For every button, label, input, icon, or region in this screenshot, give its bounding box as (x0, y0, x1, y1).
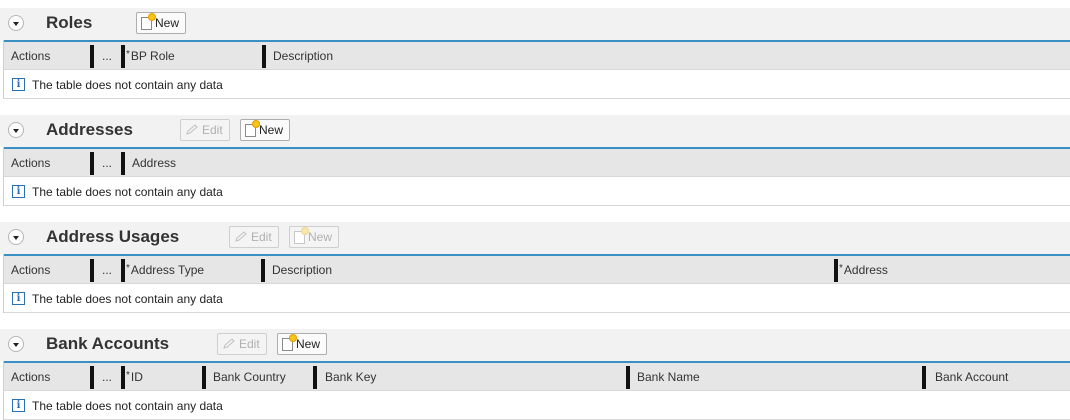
column-bank-key[interactable]: Bank Key (325, 370, 376, 384)
column-bank-name[interactable]: Bank Name (637, 370, 700, 384)
edit-button-label: Edit (239, 337, 260, 351)
address-usages-title: Address Usages (46, 227, 180, 246)
pencil-icon (186, 124, 198, 135)
addresses-table: Actions ... Address i The table does not… (3, 147, 1070, 206)
new-button-label: New (155, 16, 180, 30)
column-actions[interactable]: Actions (11, 156, 50, 170)
address-usages-new-button[interactable]: New (289, 226, 340, 248)
column-bank-country[interactable]: Bank Country (213, 370, 286, 384)
column-more[interactable]: ... (102, 263, 112, 277)
new-button-label: New (308, 230, 333, 244)
column-resize-handle[interactable] (90, 259, 94, 282)
new-document-icon (141, 13, 155, 30)
column-resize-handle[interactable] (121, 366, 125, 389)
column-id-label: ID (130, 370, 143, 384)
bank-accounts-header: Bank Accounts Edit New (0, 329, 1070, 361)
info-icon: i (12, 185, 25, 198)
address-usages-table-header: Actions ... *Address Type Description *A… (4, 254, 1070, 284)
new-document-icon (294, 227, 308, 244)
pencil-icon (235, 231, 247, 242)
column-address-type[interactable]: *Address Type (126, 263, 204, 277)
address-usages-empty-row: i The table does not contain any data (4, 284, 1070, 313)
required-marker: * (126, 49, 130, 60)
pencil-icon (223, 338, 235, 349)
column-resize-handle[interactable] (262, 45, 266, 68)
column-resize-handle[interactable] (834, 259, 838, 282)
empty-table-message: The table does not contain any data (32, 185, 223, 199)
column-resize-handle[interactable] (626, 366, 630, 389)
addresses-table-header: Actions ... Address (4, 147, 1070, 177)
bank-accounts-edit-button[interactable]: Edit (217, 333, 267, 355)
collapse-icon[interactable] (8, 122, 24, 138)
required-marker: * (839, 263, 843, 274)
column-resize-handle[interactable] (922, 366, 926, 389)
info-icon: i (12, 78, 25, 91)
column-resize-handle[interactable] (261, 259, 265, 282)
edit-button-label: Edit (202, 123, 223, 137)
column-address[interactable]: Address (132, 156, 176, 170)
new-document-icon (282, 334, 296, 351)
roles-table-header: Actions ... *BP Role Description (4, 40, 1070, 70)
required-marker: * (126, 370, 130, 381)
column-actions[interactable]: Actions (11, 263, 50, 277)
column-resize-handle[interactable] (90, 366, 94, 389)
addresses-new-button[interactable]: New (240, 119, 291, 141)
column-resize-handle[interactable] (90, 152, 94, 175)
column-resize-handle[interactable] (313, 366, 317, 389)
addresses-header: Addresses Edit New (0, 115, 1070, 147)
required-marker: * (126, 263, 130, 274)
collapse-icon[interactable] (8, 15, 24, 31)
address-usages-header: Address Usages Edit New (0, 222, 1070, 254)
column-address-label: Address (843, 263, 888, 277)
bank-accounts-table-header: Actions ... *ID Bank Country Bank Key Ba… (4, 361, 1070, 391)
empty-table-message: The table does not contain any data (32, 292, 223, 306)
column-bank-account[interactable]: Bank Account (935, 370, 1008, 384)
new-button-label: New (296, 337, 321, 351)
column-address-type-label: Address Type (130, 263, 205, 277)
addresses-edit-button[interactable]: Edit (180, 119, 230, 141)
empty-table-message: The table does not contain any data (32, 78, 223, 92)
column-more[interactable]: ... (102, 49, 112, 63)
column-more[interactable]: ... (102, 370, 112, 384)
column-more[interactable]: ... (102, 156, 112, 170)
roles-empty-row: i The table does not contain any data (4, 70, 1070, 99)
column-description[interactable]: Description (272, 263, 332, 277)
roles-new-button[interactable]: New (136, 12, 187, 34)
new-button-label: New (259, 123, 284, 137)
column-id[interactable]: *ID (126, 370, 143, 384)
addresses-empty-row: i The table does not contain any data (4, 177, 1070, 206)
bank-accounts-title: Bank Accounts (46, 334, 170, 353)
empty-table-message: The table does not contain any data (32, 399, 223, 413)
addresses-title: Addresses (46, 120, 133, 139)
column-resize-handle[interactable] (90, 45, 94, 68)
address-usages-table: Actions ... *Address Type Description *A… (3, 254, 1070, 313)
edit-button-label: Edit (251, 230, 272, 244)
roles-title: Roles (46, 13, 93, 32)
roles-header: Roles New (0, 8, 1070, 40)
new-document-icon (245, 120, 259, 137)
column-resize-handle[interactable] (121, 259, 125, 282)
info-icon: i (12, 399, 25, 412)
column-address[interactable]: *Address (839, 263, 888, 277)
info-icon: i (12, 292, 25, 305)
column-description[interactable]: Description (273, 49, 333, 63)
column-resize-handle[interactable] (202, 366, 206, 389)
collapse-icon[interactable] (8, 336, 24, 352)
roles-table: Actions ... *BP Role Description i The t… (3, 40, 1070, 99)
column-bp-role-label: BP Role (130, 49, 175, 63)
bank-accounts-new-button[interactable]: New (277, 333, 328, 355)
column-resize-handle[interactable] (121, 152, 125, 175)
bank-accounts-empty-row: i The table does not contain any data (4, 391, 1070, 420)
column-actions[interactable]: Actions (11, 49, 50, 63)
address-usages-edit-button[interactable]: Edit (229, 226, 279, 248)
column-resize-handle[interactable] (121, 45, 125, 68)
bank-accounts-table: Actions ... *ID Bank Country Bank Key Ba… (3, 361, 1070, 420)
collapse-icon[interactable] (8, 229, 24, 245)
column-bp-role[interactable]: *BP Role (126, 49, 175, 63)
column-actions[interactable]: Actions (11, 370, 50, 384)
